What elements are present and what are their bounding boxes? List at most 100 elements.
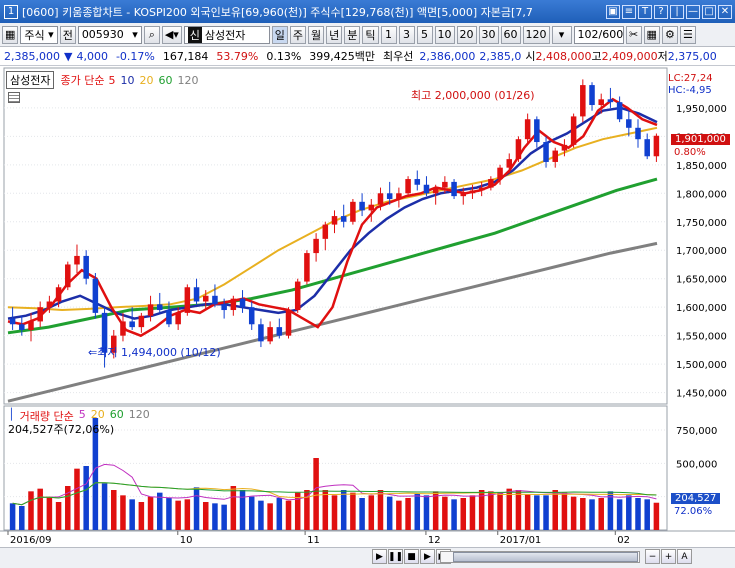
stock-name-field[interactable]: 신 삼성전자 — [183, 25, 270, 44]
vol-ma120-label[interactable]: 120 — [129, 408, 150, 424]
candle — [74, 244, 80, 274]
interval-120-button[interactable]: 120 — [522, 25, 550, 44]
interval-20-button[interactable]: 20 — [456, 25, 477, 44]
candle-body — [635, 127, 641, 140]
candle-body — [138, 315, 145, 328]
candle — [65, 261, 71, 291]
maximize-icon[interactable]: □ — [702, 4, 716, 19]
separator-icon: | — [670, 4, 684, 19]
candle — [598, 93, 604, 114]
volume-bar — [331, 495, 338, 530]
interval-30-button[interactable]: 30 — [478, 25, 499, 44]
stop-icon[interactable]: ■ — [404, 549, 419, 564]
grid-icon[interactable]: ▦ — [2, 25, 19, 44]
candle — [322, 221, 329, 251]
text-icon[interactable]: T — [638, 4, 652, 19]
minimize-icon[interactable]: — — [686, 4, 700, 19]
candle-body — [616, 102, 623, 120]
ma10-label[interactable]: 10 — [120, 74, 134, 87]
price-tick-label: 1,800,000 — [676, 189, 727, 200]
candle-body — [285, 310, 292, 336]
candle-body — [202, 295, 209, 302]
market-option-button[interactable]: 전 — [59, 25, 76, 44]
candle — [175, 307, 181, 330]
ma120-label[interactable]: 120 — [177, 74, 198, 87]
code-input[interactable]: 005930 ▾ — [77, 25, 142, 44]
grid-view-icon[interactable]: ▦ — [643, 25, 660, 44]
volume-bar — [285, 500, 292, 530]
period-year-button[interactable]: 년 — [326, 25, 343, 44]
next-icon[interactable]: ▶ — [420, 549, 435, 564]
market-select[interactable]: 주식 ▾ — [20, 25, 58, 44]
scrollbar-track[interactable] — [440, 551, 640, 563]
volume-bar — [580, 498, 586, 530]
candle — [580, 79, 586, 123]
dropdown-icon[interactable]: ▾ — [551, 25, 572, 44]
layout-icon[interactable]: ▣ — [606, 4, 620, 19]
candle-body — [432, 187, 439, 194]
ma5-line — [7, 97, 658, 338]
period-week-button[interactable]: 주 — [289, 25, 307, 44]
period-tick-button[interactable]: 틱 — [362, 25, 379, 44]
stock-name-tag[interactable]: 삼성전자 — [6, 71, 55, 89]
period-minute-button[interactable]: 분 — [344, 25, 361, 44]
candle — [46, 295, 53, 313]
ma-title[interactable]: 종가 단순 — [60, 72, 104, 88]
count-field[interactable]: 102/600 — [573, 25, 624, 44]
volume-bar — [570, 496, 577, 530]
close-icon[interactable]: ✕ — [718, 4, 732, 19]
interval-5-button[interactable]: 5 — [416, 25, 433, 44]
zoom-plus-icon[interactable]: + — [661, 549, 676, 564]
candle — [396, 187, 402, 208]
ma60-label[interactable]: 60 — [158, 74, 172, 87]
candle-body — [451, 181, 457, 197]
candle-body — [644, 139, 650, 157]
scissors-icon[interactable]: ✂ — [625, 25, 642, 44]
candle-body — [175, 312, 181, 325]
candle-body — [543, 142, 549, 162]
period-day-button[interactable]: 일 — [271, 25, 288, 44]
volume-bar — [598, 498, 604, 530]
zoom-controls: − + A — [645, 549, 692, 564]
candle-body — [488, 179, 494, 188]
candle-body — [552, 150, 558, 162]
help-icon[interactable]: ? — [654, 4, 668, 19]
candle — [607, 87, 614, 108]
zoom-minus-icon[interactable]: − — [645, 549, 660, 564]
scrollbar-thumb[interactable] — [453, 552, 638, 562]
volume-bar — [396, 500, 402, 530]
interval-10-button[interactable]: 10 — [434, 25, 455, 44]
ma20-label[interactable]: 20 — [139, 74, 153, 87]
price-tick-label: 1,850,000 — [676, 161, 727, 172]
candle — [451, 179, 457, 199]
candle-body — [340, 216, 347, 222]
ma5-label[interactable]: 5 — [108, 74, 115, 87]
candle — [92, 273, 99, 319]
play-icon[interactable]: ▶ — [372, 549, 387, 564]
speaker-icon[interactable]: ◀▾ — [161, 25, 182, 44]
pause-icon[interactable]: ❚❚ — [388, 549, 403, 564]
table-icon[interactable] — [8, 92, 20, 103]
list-icon[interactable]: ☰ — [679, 25, 696, 44]
volume-bar — [653, 502, 660, 530]
settings-icon[interactable]: ⚙ — [661, 25, 678, 44]
candle — [350, 198, 356, 225]
menu-icon[interactable]: ≡ — [622, 4, 636, 19]
x-tick-label: 2016/09 — [10, 535, 52, 546]
candle-body — [74, 255, 80, 265]
candle-body — [65, 264, 71, 288]
interval-3-button[interactable]: 3 — [398, 25, 415, 44]
candle — [294, 278, 301, 313]
candle — [83, 250, 89, 285]
volume-bar — [101, 483, 108, 530]
candle — [589, 82, 595, 111]
search-icon[interactable]: ⌕ — [143, 25, 160, 44]
ma120-line — [7, 241, 658, 403]
window-number: 1 — [4, 4, 18, 19]
volume-bar — [147, 496, 154, 530]
candle-body — [570, 116, 577, 145]
font-size-icon[interactable]: A — [677, 549, 692, 564]
period-month-button[interactable]: 월 — [308, 25, 325, 44]
interval-60-button[interactable]: 60 — [500, 25, 521, 44]
interval-1-button[interactable]: 1 — [380, 25, 397, 44]
